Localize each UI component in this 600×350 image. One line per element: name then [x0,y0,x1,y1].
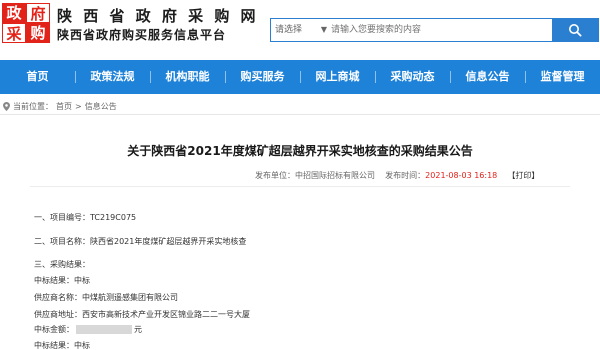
article-meta: 发布单位：中招国际招标有限公司 发布时间：2021-08-03 16:18 【打… [255,170,539,181]
search-input[interactable] [331,21,531,39]
print-link[interactable]: 【打印】 [507,171,539,180]
search-category-label: 请选择 [275,25,303,35]
supplier-address: 供应商地址：西安市高新技术产业开发区锦业路二二一号大厦 [34,310,250,319]
breadcrumb: 当前位置： 首页 > 信息公告 [3,100,117,112]
publisher-text: 发布单位：中招国际招标有限公司 [255,171,375,180]
nav-item-home[interactable]: 首页 [0,60,75,94]
logo-char: 府 [26,3,50,23]
breadcrumb-current[interactable]: 信息公告 [85,101,117,112]
breadcrumb-home[interactable]: 首页 [56,101,72,112]
divider [0,114,600,115]
win-result-2: 中标结果：中标 [34,341,90,350]
project-name: 二、项目名称：陕西省2021年度煤矿超层越界开采实地核查 [34,237,247,246]
main-nav: 首页 政策法规 机构职能 购买服务 网上商城 采购动态 信息公告 监督管理 [0,60,600,94]
nav-item-supervision[interactable]: 监督管理 [525,60,600,94]
bid-amount-unit: 元 [134,325,142,334]
nav-item-agency[interactable]: 机构职能 [150,60,225,94]
supplier-name: 供应商名称：中煤航测遥感集团有限公司 [34,293,178,302]
logo-char: 采 [2,23,26,43]
search-bar: 请选择 ▼ [270,18,599,42]
win-result: 中标结果：中标 [34,276,90,285]
bid-amount: 中标金额： 元 [34,324,142,335]
logo-char: 政 [2,3,26,23]
location-pin-icon [3,101,10,111]
redacted-value [76,325,132,334]
search-icon [569,24,582,37]
bid-amount-label: 中标金额： [34,325,74,334]
site-subtitle: 陕西省政府购买服务信息平台 [57,28,227,42]
search-button[interactable] [552,19,598,41]
article-title: 关于陕西省2021年度煤矿超层越界开采实地核查的采购结果公告 [127,144,473,158]
nav-item-notices[interactable]: 信息公告 [450,60,525,94]
nav-item-policy[interactable]: 政策法规 [75,60,150,94]
breadcrumb-prefix: 当前位置： [13,101,53,111]
search-category-select[interactable]: 请选择 ▼ [275,22,327,38]
publish-time-label: 发布时间： [385,171,426,180]
chevron-down-icon: ▼ [320,25,327,34]
nav-item-services[interactable]: 购买服务 [225,60,300,94]
result-heading: 三、采购结果： [34,260,90,269]
nav-item-news[interactable]: 采购动态 [375,60,450,94]
nav-item-mall[interactable]: 网上商城 [300,60,375,94]
logo-char: 购 [26,23,50,43]
divider [30,186,570,187]
site-header: 政 府 采 购 陕 西 省 政 府 采 购 网 陕西省政府购买服务信息平台 请选… [0,0,600,58]
site-logo[interactable]: 政 府 采 购 [2,3,52,45]
breadcrumb-separator: > [75,101,82,111]
project-number: 一、项目编号：TC219C075 [34,213,137,222]
publish-time: 2021-08-03 16:18 [425,171,498,180]
site-name: 陕 西 省 政 府 采 购 网 [57,7,259,25]
